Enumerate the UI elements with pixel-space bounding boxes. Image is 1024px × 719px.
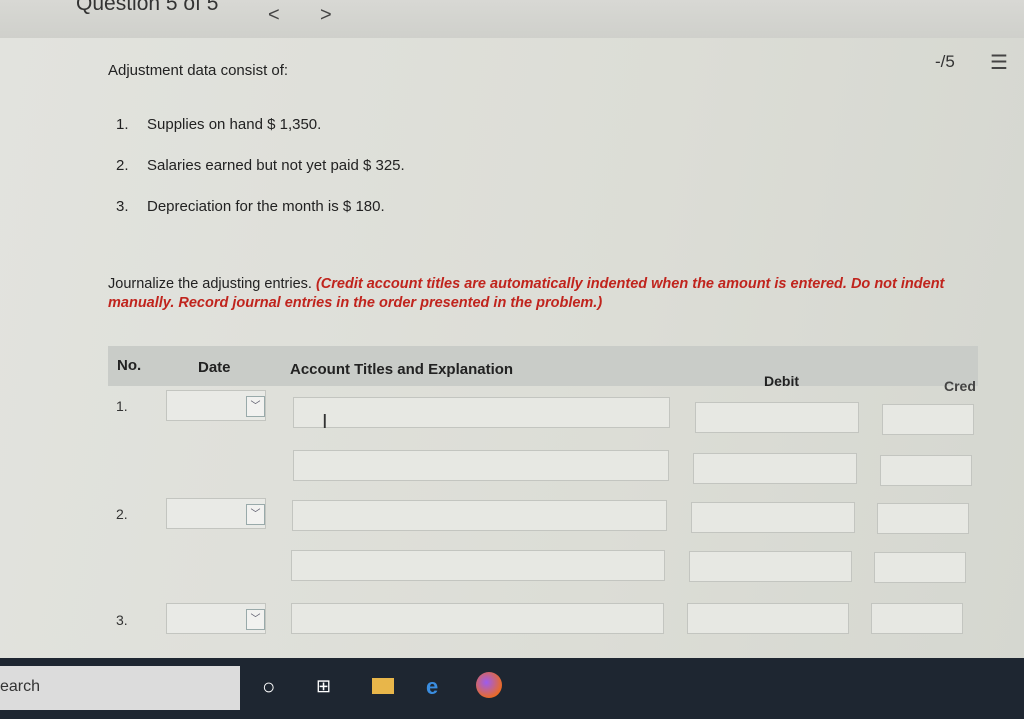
next-question-button[interactable]: >: [320, 4, 332, 27]
debit-input[interactable]: [689, 551, 852, 582]
credit-input[interactable]: [877, 503, 969, 534]
row-number: 2.: [116, 506, 128, 522]
file-explorer-icon[interactable]: [372, 678, 394, 694]
chevron-down-icon: ﹀: [246, 396, 265, 417]
debit-input[interactable]: [687, 603, 849, 634]
debit-input[interactable]: [693, 453, 857, 484]
list-item: 1. Supplies on hand $ 1,350.: [116, 116, 322, 133]
row-number: 3.: [116, 612, 128, 628]
account-title-input[interactable]: [292, 500, 667, 531]
chevron-down-icon: ﹀: [246, 504, 265, 525]
credit-input[interactable]: [871, 603, 963, 634]
taskbar-search-box[interactable]: earch: [0, 666, 240, 710]
list-icon[interactable]: ☰: [990, 50, 1008, 75]
list-item: 2. Salaries earned but not yet paid $ 32…: [116, 157, 405, 174]
chevron-down-icon: ﹀: [246, 609, 265, 630]
journal-table-header: No. Date Account Titles and Explanation …: [108, 346, 978, 394]
question-counter: Question 5 of 5: [76, 0, 219, 15]
row-number: 1.: [116, 398, 128, 414]
credit-input[interactable]: [874, 552, 966, 583]
search-text: earch: [0, 678, 41, 695]
text-cursor-icon: I: [322, 411, 328, 433]
debit-input[interactable]: [691, 502, 855, 533]
account-title-input[interactable]: [291, 603, 664, 634]
task-view-icon[interactable]: ⊞: [316, 676, 331, 697]
header-no: No.: [117, 357, 142, 374]
debit-input[interactable]: [695, 402, 859, 433]
question-header: Question 5 of 5 < >: [0, 0, 1024, 38]
header-credit: Cred: [944, 378, 976, 394]
account-title-input[interactable]: [293, 397, 670, 428]
adjustment-list: 1. Supplies on hand $ 1,350. 2. Salaries…: [116, 116, 405, 239]
cortana-icon[interactable]: ○: [262, 674, 275, 700]
credit-input[interactable]: [882, 404, 974, 435]
account-title-input[interactable]: [291, 550, 665, 581]
credit-input[interactable]: [880, 455, 972, 486]
header-date: Date: [198, 359, 231, 376]
header-account: Account Titles and Explanation: [290, 361, 514, 378]
instructions-text: Journalize the adjusting entries. (Credi…: [108, 275, 948, 313]
instructions-lead: Journalize the adjusting entries.: [108, 276, 316, 292]
header-debit: Debit: [764, 373, 799, 389]
date-select[interactable]: ﹀: [166, 498, 266, 529]
score-display: -/5: [935, 52, 955, 71]
date-select[interactable]: ﹀: [166, 603, 266, 634]
problem-headline: Adjustment data consist of:: [108, 62, 289, 79]
list-item: 3. Depreciation for the month is $ 180.: [116, 198, 385, 215]
firefox-icon[interactable]: [476, 672, 502, 698]
windows-taskbar: earch ○ ⊞ e: [0, 658, 1024, 719]
account-title-input[interactable]: [293, 450, 669, 481]
edge-icon[interactable]: e: [426, 674, 438, 700]
date-select[interactable]: ﹀: [166, 390, 266, 421]
previous-question-button[interactable]: <: [268, 4, 280, 27]
